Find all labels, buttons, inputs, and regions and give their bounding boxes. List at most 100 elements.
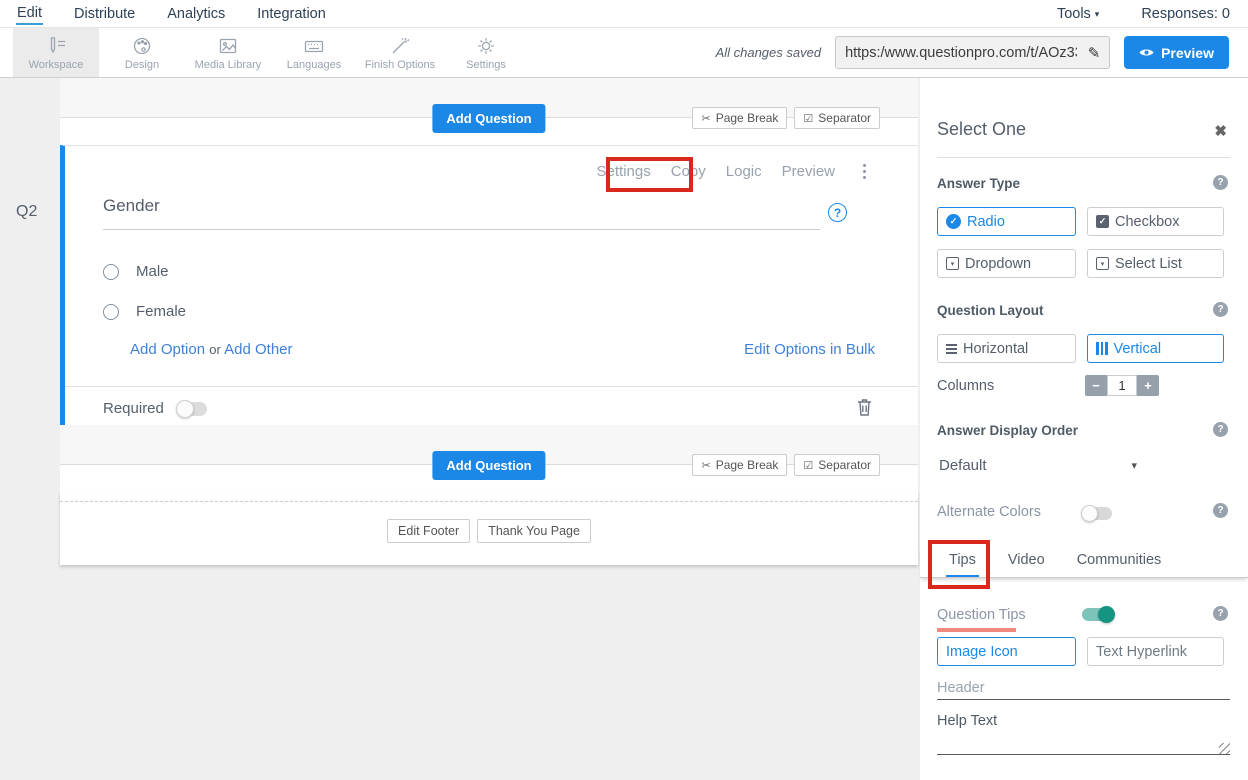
toolbar-right: All changes saved ✎ Preview [716,28,1248,77]
required-toggle[interactable] [177,402,207,416]
increment-button[interactable]: + [1137,375,1159,396]
text-hyperlink-button[interactable]: Text Hyperlink [1087,637,1224,666]
image-icon-button[interactable]: Image Icon [937,637,1076,666]
toolbar-item-languages[interactable]: Languages [271,28,357,77]
columns-label: Columns [937,378,994,394]
question-title[interactable]: Gender [103,196,160,216]
zone-actions: ✂Page Break ☑Separator [692,107,880,129]
edit-options-in-bulk-link[interactable]: Edit Options in Bulk [744,341,875,358]
question-copy-link[interactable]: Copy [671,163,706,180]
tab-tips[interactable]: Tips [946,545,979,577]
separator-button[interactable]: ☑Separator [794,454,880,476]
question-actions: Settings Copy Logic Preview [597,163,866,180]
radio-button-icon[interactable] [103,264,119,280]
vertical-bars-icon [1096,342,1108,355]
survey-url-box: ✎ [835,36,1110,69]
magic-wand-icon [389,35,411,57]
toolbar-item-settings[interactable]: Settings [443,28,529,77]
answer-display-order-select[interactable]: Default ▾ [939,457,1137,474]
answer-type-label: Answer Type [937,176,1020,191]
palette-icon [131,35,153,57]
responses-count[interactable]: Responses: 0 [1141,6,1230,22]
tip-type-label: Image Icon [946,644,1018,660]
toolbar-item-label: Languages [287,59,341,71]
question-logic-link[interactable]: Logic [726,163,762,180]
survey-footer-area: Edit Footer Thank You Page [60,492,918,565]
zone-actions: ✂Page Break ☑Separator [692,454,880,476]
page-break-button[interactable]: ✂Page Break [692,454,787,476]
toggle-knob [176,400,194,418]
add-question-button[interactable]: Add Question [432,451,545,480]
add-other-link[interactable]: Add Other [224,341,292,358]
toolbar-item-design[interactable]: Design [99,28,185,77]
nav-tab-distribute[interactable]: Distribute [73,3,136,24]
save-status: All changes saved [716,45,822,60]
checkbox-icon: ☑ [803,112,813,125]
workspace-pencil-icon [45,35,67,57]
nav-tab-analytics[interactable]: Analytics [166,3,226,24]
toolbar-item-finish-options[interactable]: Finish Options [357,28,443,77]
divider [65,386,918,387]
nav-tab-integration[interactable]: Integration [256,3,327,24]
or-text: or [209,342,221,357]
help-icon[interactable]: ? [1213,606,1228,621]
toolbar-item-label: Finish Options [365,59,435,71]
tip-help-text-input[interactable] [937,713,1230,755]
decrement-button[interactable]: − [1085,375,1107,396]
answer-type-dropdown-button[interactable]: ▾ Dropdown [937,249,1076,278]
question-settings-panel: Select One ✖ Answer Type ? ✓ Radio ✓ Che… [920,78,1248,780]
tip-type-label: Text Hyperlink [1096,644,1187,660]
tab-communities[interactable]: Communities [1074,545,1165,577]
add-question-zone-bottom: Add Question ✂Page Break ☑Separator [60,425,918,492]
scissors-icon: ✂ [701,459,710,472]
toolbar-item-media-library[interactable]: Media Library [185,28,271,77]
add-option-link[interactable]: Add Option [130,341,205,358]
separator-button[interactable]: ☑Separator [794,107,880,129]
radio-button-icon[interactable] [103,304,119,320]
required-label: Required [103,400,164,417]
question-settings-link[interactable]: Settings [597,163,651,180]
help-icon[interactable]: ? [1213,302,1228,317]
close-icon[interactable]: ✖ [1214,122,1227,140]
dropdown-box-icon: ▾ [946,257,959,270]
answer-type-select-list-button[interactable]: ▾ Select List [1087,249,1224,278]
question-help-icon[interactable]: ? [828,203,847,222]
survey-url-input[interactable] [836,45,1079,61]
columns-value: 1 [1107,375,1137,396]
answer-option-label[interactable]: Male [136,263,169,280]
primary-nav: Edit Distribute Analytics Integration [16,2,327,25]
add-option-links: Add Option or Add Other [130,341,293,358]
answer-type-radio-button[interactable]: ✓ Radio [937,207,1076,236]
pencil-icon: ✎ [1088,45,1101,62]
chevron-down-icon: ▾ [1131,459,1137,472]
help-icon[interactable]: ? [1213,503,1228,518]
nav-tab-edit[interactable]: Edit [16,2,43,25]
answer-option-label[interactable]: Female [136,303,186,320]
checkbox-icon: ✓ [1096,215,1109,228]
edit-url-button[interactable]: ✎ [1079,44,1109,62]
alternate-colors-toggle[interactable] [1082,507,1112,520]
resize-handle[interactable] [1219,743,1230,754]
top-nav-right: Tools▾ Responses: 0 [1057,6,1230,22]
tip-header-input[interactable] [937,676,1230,700]
tools-menu[interactable]: Tools▾ [1057,6,1099,22]
gear-icon [475,35,497,57]
edit-footer-button[interactable]: Edit Footer [387,519,470,543]
toolbar-item-workspace[interactable]: Workspace [13,28,99,77]
tab-video[interactable]: Video [1005,545,1048,577]
help-icon[interactable]: ? [1213,422,1228,437]
question-tips-toggle[interactable] [1082,608,1114,621]
preview-button[interactable]: Preview [1124,36,1229,69]
thank-you-page-button[interactable]: Thank You Page [477,519,591,543]
layout-horizontal-button[interactable]: Horizontal [937,334,1076,363]
delete-question-icon[interactable] [857,398,872,421]
question-preview-link[interactable]: Preview [782,163,835,180]
layout-vertical-button[interactable]: Vertical [1087,334,1224,363]
help-icon[interactable]: ? [1213,175,1228,190]
more-options-icon[interactable] [863,164,866,179]
add-question-button[interactable]: Add Question [432,104,545,133]
answer-type-checkbox-button[interactable]: ✓ Checkbox [1087,207,1224,236]
question-tips-label: Question Tips [937,607,1026,623]
toolbar-item-label: Design [125,59,159,71]
page-break-button[interactable]: ✂Page Break [692,107,787,129]
